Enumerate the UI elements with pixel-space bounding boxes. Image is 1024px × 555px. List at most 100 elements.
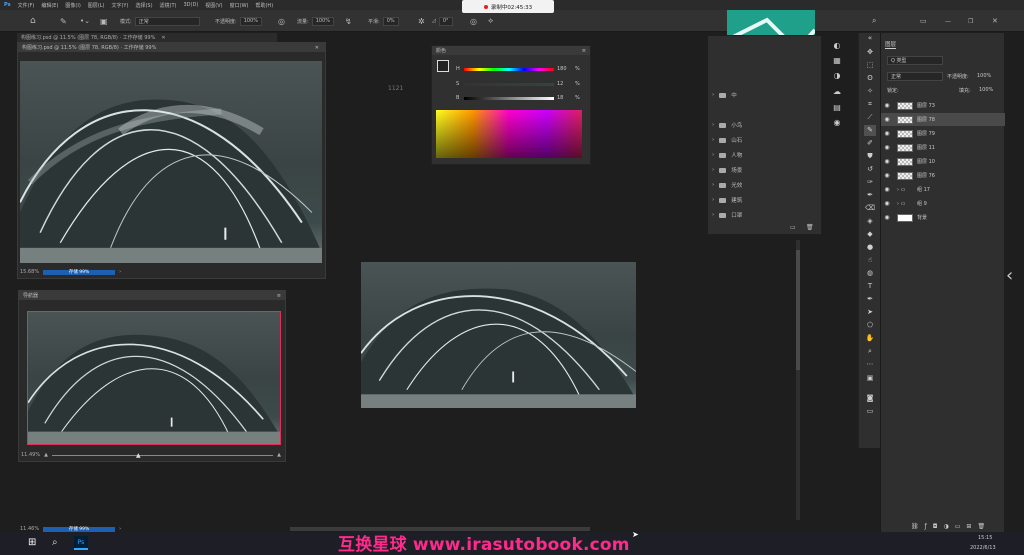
brush-preset-icon[interactable]: •⌄ (80, 16, 90, 26)
smooth-input[interactable]: 0% (382, 16, 399, 26)
document-tab[interactable]: 构图练习.psd @ 11.5% (图层 78, RGB/8) · 工作存储 9… (17, 33, 277, 42)
folder-item[interactable]: › 中 (712, 88, 817, 102)
menu-type[interactable]: 文字(Y) (111, 2, 128, 9)
folder-item[interactable]: › 人物 (712, 148, 817, 162)
brush-tool-icon[interactable]: ✎ (60, 16, 67, 26)
new-layer-icon[interactable]: ⊞ (966, 523, 977, 530)
folder-item[interactable]: › 光效 (712, 178, 817, 192)
search-icon[interactable]: ⌕ (872, 16, 876, 26)
folder-item[interactable]: › 山石 (712, 133, 817, 147)
zoom-tool-icon[interactable]: ⌕ (864, 346, 876, 357)
menu-filter[interactable]: 滤镜(T) (160, 2, 177, 9)
crop-tool-icon[interactable]: ⌗ (864, 99, 876, 110)
navigator-menu-icon[interactable]: ≡ (277, 293, 281, 299)
navigator-title-bar[interactable]: 导航器 ≡ (19, 291, 285, 300)
vertical-scrollbar[interactable] (796, 240, 800, 520)
layer-row[interactable]: ◉ 图层 10 (881, 155, 1005, 168)
blur-tool-icon[interactable]: ◆ (864, 229, 876, 240)
tab-close-icon[interactable]: ✕ (161, 35, 165, 41)
doc-zoom-readout[interactable]: 15.68% (20, 269, 39, 275)
new-folder-icon[interactable]: ▭ (790, 224, 796, 231)
visibility-eye-icon[interactable]: ◉ (881, 186, 893, 193)
flow-input[interactable]: 100% (311, 16, 334, 26)
hand-tool-icon[interactable]: ✋ (864, 333, 876, 344)
layer-row[interactable]: ◉ 图层 79 (881, 127, 1005, 140)
stamp-tool-icon[interactable]: ⛊ (864, 151, 876, 162)
layer-filter-select[interactable]: Q 类型 (887, 56, 943, 65)
expand-arrow-icon[interactable]: › (712, 182, 714, 188)
smooth-settings-icon[interactable]: ✲ (418, 16, 425, 26)
mixer-brush-tool-icon[interactable]: ✑ (864, 177, 876, 188)
sponge-tool-icon[interactable]: ◍ (864, 268, 876, 279)
properties-icon[interactable]: ▤ (831, 102, 843, 113)
folder-item[interactable]: › 口罩 (712, 208, 817, 222)
expand-arrow-icon[interactable]: › (712, 152, 714, 158)
expand-arrow-icon[interactable]: › (712, 212, 714, 218)
swatches-icon[interactable]: ▦ (831, 55, 843, 66)
folder-item[interactable]: › 小鸟 (712, 118, 817, 132)
zoom-out-icon[interactable]: ▲ (44, 452, 48, 458)
document-window-title[interactable]: 构图练习.psd @ 11.5% (图层 78, RGB/8) · 工作存储 9… (18, 43, 325, 52)
collapse-arrows-icon[interactable]: « (864, 33, 876, 44)
h-value[interactable]: 180 (557, 66, 567, 72)
type-tool-icon[interactable]: T (864, 281, 876, 292)
history-icon[interactable]: ◉ (831, 117, 843, 128)
fx-icon[interactable]: ƒ (925, 523, 933, 530)
folder-item[interactable]: › 场景 (712, 163, 817, 177)
brightness-slider[interactable] (464, 97, 554, 100)
menu-image[interactable]: 图像(I) (65, 2, 80, 9)
visibility-eye-icon[interactable]: ◉ (881, 158, 893, 165)
more-tools-icon[interactable]: ⋯ (864, 359, 876, 370)
ps-logo-icon[interactable]: Ps (4, 2, 11, 8)
menu-help[interactable]: 帮助(H) (255, 2, 273, 9)
layer-row[interactable]: ◉ 图层 73 (881, 99, 1005, 112)
folder-item[interactable]: › 建筑 (712, 193, 817, 207)
document-canvas[interactable] (20, 61, 322, 263)
path-selection-tool-icon[interactable]: ➤ (864, 307, 876, 318)
layer-row[interactable]: ◉ › ▭ 组 17 (881, 183, 1005, 196)
expand-arrow-icon[interactable]: › (712, 137, 714, 143)
windows-start-icon[interactable]: ⊞ (28, 537, 36, 548)
opacity-input[interactable]: 100% (239, 16, 262, 26)
color-spectrum[interactable] (436, 110, 582, 158)
navigator-preview[interactable] (27, 311, 281, 445)
smudge-tool-icon[interactable]: ☝ (864, 255, 876, 266)
layers-tab[interactable]: 图层 (885, 40, 897, 49)
home-icon[interactable]: ⌂ (30, 16, 36, 26)
color-panel-menu-icon[interactable]: ≡ (582, 48, 586, 54)
status-arrow-icon[interactable]: › (119, 269, 121, 275)
adjustments-icon[interactable]: ◑ (831, 70, 843, 81)
mask-icon[interactable]: ◘ (933, 523, 944, 530)
brush-settings-icon[interactable]: ▣ (100, 16, 108, 26)
layer-row[interactable]: ◉ 图层 78 (881, 113, 1005, 126)
mixer-brush-alt-icon[interactable]: ✒ (864, 190, 876, 201)
doc-window-close-icon[interactable]: ✕ (315, 45, 319, 51)
expand-arrow-icon[interactable]: › (712, 92, 714, 98)
screen-mode-icon[interactable]: ▭ (864, 406, 876, 417)
visibility-eye-icon[interactable]: ◉ (881, 130, 893, 137)
pen-tool-icon[interactable]: ✒ (864, 294, 876, 305)
paint-bucket-tool-icon[interactable]: ◈ (864, 216, 876, 227)
brushes-icon[interactable]: ☁ (831, 86, 843, 97)
layer-row[interactable]: ◉ › ▭ 组 9 (881, 197, 1005, 210)
angle-input[interactable]: 0° (438, 16, 453, 26)
color-wheel-icon[interactable]: ◐ (831, 40, 843, 51)
layer-row[interactable]: ◉ 图层 76 (881, 169, 1005, 182)
adjustment-layer-icon[interactable]: ◑ (944, 523, 955, 530)
taskbar-search-icon[interactable]: ⌕ (52, 537, 58, 548)
new-group-icon[interactable]: ▭ (955, 523, 967, 530)
dodge-tool-icon[interactable]: ● (864, 242, 876, 253)
visibility-eye-icon[interactable]: ◉ (881, 116, 893, 123)
brush-tool-icon[interactable]: ✎ (864, 125, 876, 136)
pressure-opacity-icon[interactable]: ◎ (278, 16, 285, 26)
zoom-slider[interactable]: ▲ (51, 452, 274, 459)
s-value[interactable]: 12 (557, 81, 563, 87)
restore-icon[interactable]: ❐ (968, 16, 973, 26)
magic-wand-tool-icon[interactable]: ✧ (864, 86, 876, 97)
pencil-tool-icon[interactable]: ✐ (864, 138, 876, 149)
workspace-icon[interactable]: ▭ (920, 16, 927, 26)
lasso-tool-icon[interactable]: ʘ (864, 73, 876, 84)
menu-layer[interactable]: 图层(L) (88, 2, 105, 9)
menu-window[interactable]: 窗口(W) (230, 2, 249, 9)
mode-select[interactable]: 正常 (134, 16, 200, 26)
